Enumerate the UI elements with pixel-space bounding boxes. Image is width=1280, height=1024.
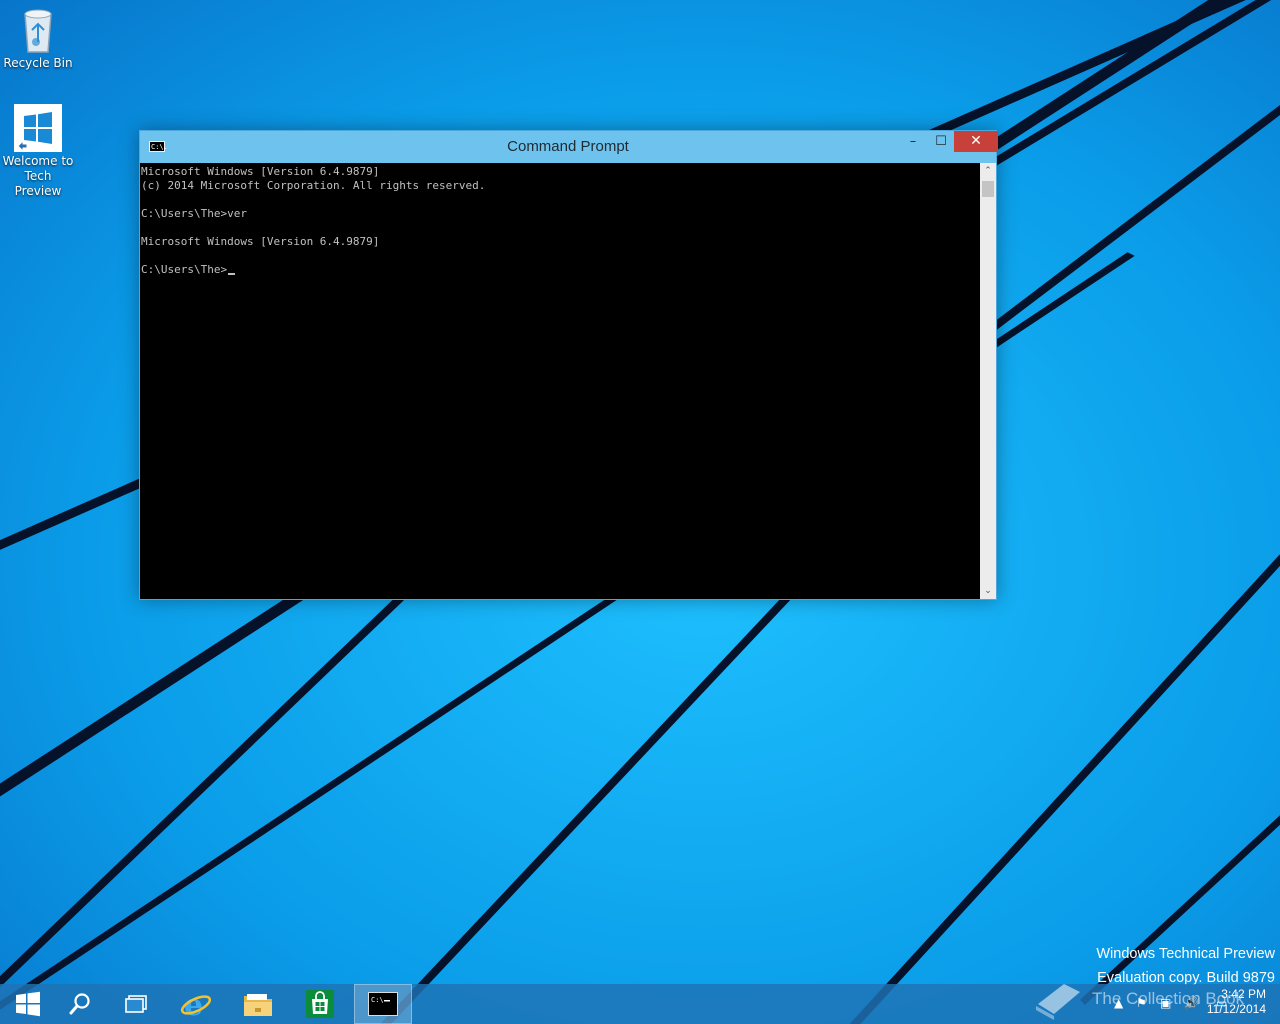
window-titlebar[interactable]: C:\. Command Prompt – ☐ ✕ — [140, 131, 998, 163]
console-line: (c) 2014 Microsoft Corporation. All righ… — [141, 179, 486, 192]
command-prompt-icon: C:\ — [368, 992, 398, 1016]
close-button[interactable]: ✕ — [954, 131, 998, 152]
windows-logo-icon — [14, 104, 62, 153]
show-hidden-icons-icon[interactable]: ▲ — [1114, 996, 1123, 1010]
start-button[interactable] — [0, 984, 56, 1024]
window-title: Command Prompt — [507, 138, 629, 155]
svg-text:C:\: C:\ — [371, 996, 384, 1004]
clock-date: 11/12/2014 — [1206, 1002, 1266, 1016]
desktop-icon-label: Recycle Bin — [3, 56, 73, 70]
console-prompt: C:\Users\The> — [141, 263, 228, 276]
task-view-icon — [125, 995, 147, 1013]
watermark-line: Windows Technical Preview — [1096, 946, 1275, 962]
network-icon[interactable]: ▣ — [1160, 996, 1171, 1010]
task-view-button[interactable] — [108, 984, 164, 1024]
system-tray: ▲ ⚑ ▣ 🔊 ▭ 3:42 PM 11/12/2014 — [1060, 984, 1280, 1024]
internet-explorer-icon: e — [180, 988, 212, 1020]
volume-icon[interactable]: 🔊 — [1184, 996, 1199, 1010]
command-prompt-window[interactable]: C:\. Command Prompt – ☐ ✕ Microsoft Wind… — [139, 130, 998, 600]
scroll-up-arrow-icon[interactable]: ⌃ — [980, 163, 996, 179]
command-prompt-taskbar-button[interactable]: C:\ — [354, 984, 412, 1024]
maximize-button[interactable]: ☐ — [926, 131, 956, 152]
scroll-down-arrow-icon[interactable]: ⌄ — [980, 583, 996, 599]
console-line: Microsoft Windows [Version 6.4.9879] — [141, 165, 380, 178]
file-explorer-button[interactable] — [230, 984, 286, 1024]
console-line: Microsoft Windows [Version 6.4.9879] — [141, 235, 380, 248]
folder-icon — [244, 994, 272, 1016]
desktop-icon-label: Welcome to Tech Preview — [2, 154, 74, 198]
windows-start-icon — [16, 991, 40, 1017]
store-button[interactable] — [292, 984, 348, 1024]
desktop-icon-recycle-bin[interactable]: Recycle Bin — [0, 6, 76, 71]
action-center-flag-icon[interactable]: ⚑ — [1136, 996, 1147, 1010]
minimize-button[interactable]: – — [898, 131, 928, 152]
internet-explorer-button[interactable]: e — [168, 984, 224, 1024]
scrollbar-thumb[interactable] — [982, 181, 994, 197]
search-icon — [69, 993, 90, 1015]
console-prompt-line[interactable]: C:\Users\The> — [141, 263, 979, 277]
search-button[interactable] — [52, 984, 108, 1024]
clock-time: 3:42 PM — [1221, 987, 1266, 1001]
store-icon — [306, 990, 334, 1018]
text-cursor — [228, 273, 236, 275]
desktop-icon-welcome-tech-preview[interactable]: Welcome to Tech Preview — [0, 104, 76, 199]
clock[interactable]: 3:42 PM 11/12/2014 — [1207, 987, 1266, 1017]
console-output[interactable]: Microsoft Windows [Version 6.4.9879] (c) … — [140, 163, 980, 599]
console-line: C:\Users\The>ver — [141, 207, 247, 220]
recycle-bin-icon — [18, 6, 58, 54]
vertical-scrollbar[interactable]: ⌃ ⌄ — [980, 163, 996, 599]
